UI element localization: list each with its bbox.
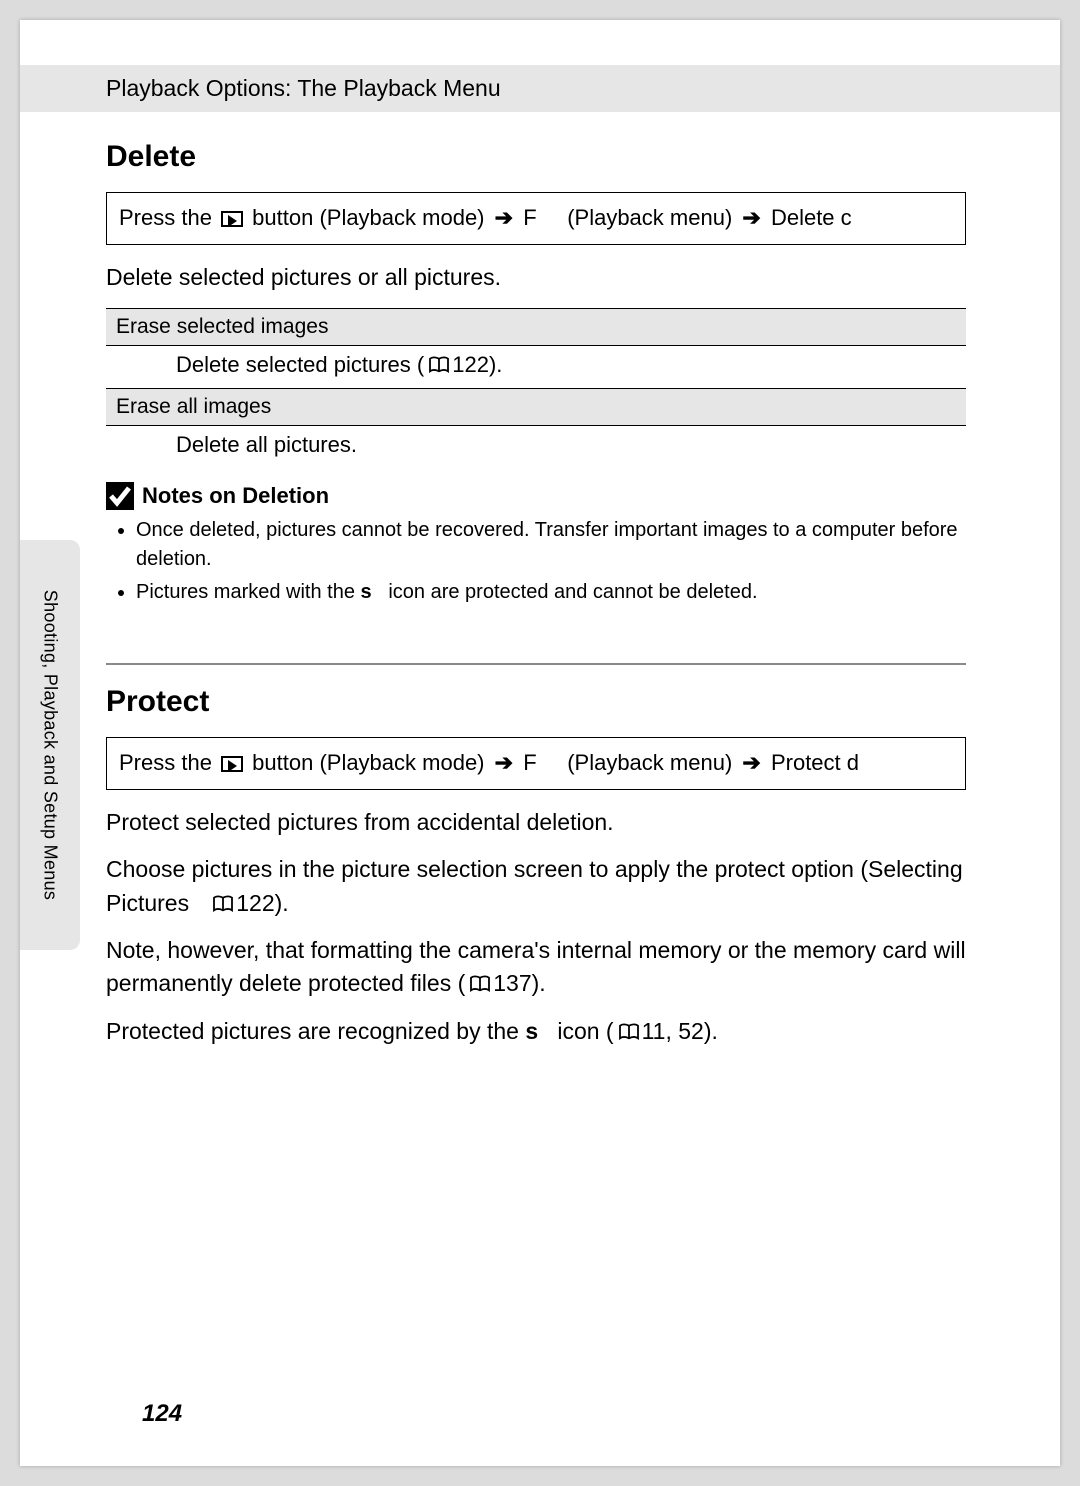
- text: icon are protected and cannot be deleted…: [383, 581, 758, 603]
- chapter-header: Playback Options: The Playback Menu: [20, 65, 1060, 112]
- section-heading-delete: Delete: [106, 140, 966, 174]
- option-desc: Delete selected pictures ( 122).: [106, 346, 966, 389]
- paragraph: Choose pictures in the picture selection…: [106, 853, 966, 920]
- option-title: Erase selected images: [106, 309, 966, 346]
- page-number: 124: [142, 1400, 182, 1428]
- text: Delete selected pictures (: [176, 352, 424, 377]
- nav-f-label: F: [523, 750, 536, 775]
- book-icon: [428, 354, 450, 372]
- nav-f-label: F: [523, 205, 536, 230]
- check-icon: [106, 482, 134, 510]
- paragraph: Note, however, that formatting the camer…: [106, 934, 966, 1001]
- nav-text: Delete: [771, 205, 841, 230]
- book-icon: [212, 889, 234, 907]
- page-ref: 11, 52: [642, 1018, 704, 1044]
- table-row: Erase all images: [106, 389, 966, 426]
- protect-glyph: s: [361, 581, 372, 603]
- options-table: Erase selected images Delete selected pi…: [106, 308, 966, 468]
- table-row: Delete all pictures.: [106, 426, 966, 469]
- text: Protected pictures are recognized by the: [106, 1018, 525, 1044]
- arrow-icon: ➔: [742, 750, 760, 775]
- arrow-icon: ➔: [742, 205, 760, 230]
- table-row: Erase selected images: [106, 309, 966, 346]
- arrow-icon: ➔: [495, 750, 513, 775]
- option-desc: Delete all pictures.: [106, 426, 966, 469]
- nav-path-protect: Press the button (Playback mode) ➔ F (Pl…: [106, 737, 966, 790]
- text: icon (: [551, 1018, 614, 1044]
- notes-block: Notes on Deletion Once deleted, pictures…: [106, 482, 966, 607]
- notes-list: Once deleted, pictures cannot be recover…: [106, 516, 966, 607]
- nav-text: button (Playback mode): [246, 750, 491, 775]
- page-ref: 137: [493, 970, 531, 996]
- page-content: Delete Press the button (Playback mode) …: [106, 130, 966, 1062]
- notes-title-row: Notes on Deletion: [106, 482, 966, 510]
- arrow-icon: ➔: [495, 205, 513, 230]
- book-icon: [469, 969, 491, 987]
- nav-text: Protect: [771, 750, 847, 775]
- section-divider: [106, 663, 966, 665]
- page-ref: 122: [236, 890, 274, 916]
- text: ).: [489, 352, 502, 377]
- chapter-title: Playback Options: The Playback Menu: [106, 75, 501, 101]
- nav-text: button (Playback mode): [246, 205, 491, 230]
- side-tab-label: Shooting, Playback and Setup Menus: [40, 590, 61, 900]
- nav-text: Press the: [119, 205, 218, 230]
- nav-text: Press the: [119, 750, 218, 775]
- paragraph: Protected pictures are recognized by the…: [106, 1015, 966, 1048]
- playback-icon: [221, 756, 243, 772]
- text: ).: [275, 890, 289, 916]
- protect-glyph: s: [525, 1018, 538, 1044]
- text: ).: [704, 1018, 718, 1044]
- nav-text: (Playback menu): [567, 205, 738, 230]
- nav-path-delete: Press the button (Playback mode) ➔ F (Pl…: [106, 192, 966, 245]
- section-intro: Delete selected pictures or all pictures…: [106, 261, 966, 294]
- table-row: Delete selected pictures ( 122).: [106, 346, 966, 389]
- section-heading-protect: Protect: [106, 685, 966, 719]
- text: Pictures marked with the: [136, 581, 361, 603]
- text: ).: [532, 970, 546, 996]
- manual-page: Playback Options: The Playback Menu Shoo…: [20, 20, 1060, 1466]
- list-item: Once deleted, pictures cannot be recover…: [136, 516, 966, 574]
- nav-glyph: c: [841, 205, 852, 230]
- nav-glyph: d: [847, 750, 859, 775]
- page-ref: 122: [452, 352, 489, 377]
- book-icon: [618, 1017, 640, 1035]
- option-title: Erase all images: [106, 389, 966, 426]
- notes-title: Notes on Deletion: [142, 483, 329, 509]
- side-tab: Shooting, Playback and Setup Menus: [20, 540, 80, 950]
- playback-icon: [221, 211, 243, 227]
- paragraph: Protect selected pictures from accidenta…: [106, 806, 966, 839]
- text: Choose pictures in the picture selection…: [106, 856, 963, 915]
- list-item: Pictures marked with the s icon are prot…: [136, 578, 966, 607]
- nav-text: (Playback menu): [567, 750, 738, 775]
